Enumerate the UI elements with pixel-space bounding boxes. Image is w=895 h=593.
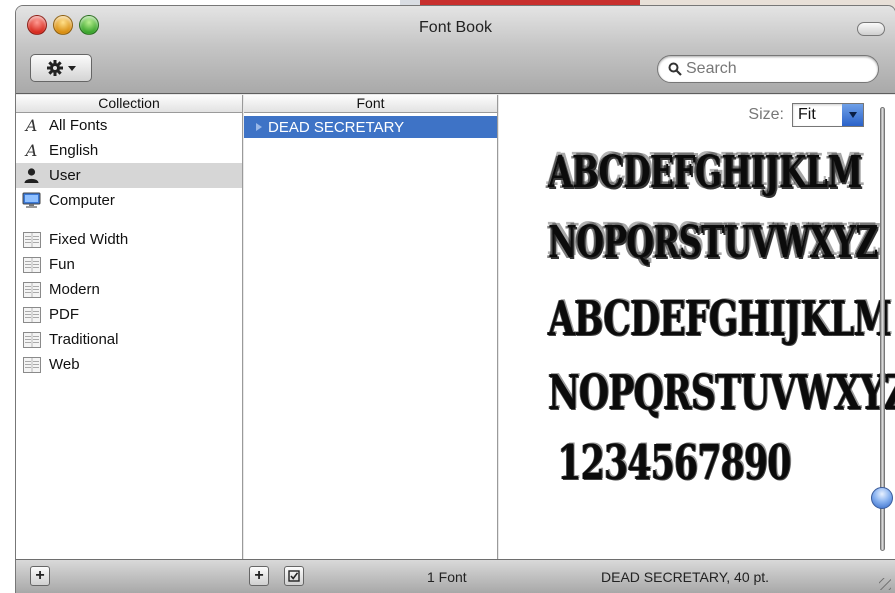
- collection-item-pdf[interactable]: PDF: [16, 302, 242, 327]
- collection-item-label: All Fonts: [49, 117, 108, 134]
- font-count: 1 Font: [427, 569, 467, 585]
- disclosure-triangle-icon[interactable]: [256, 123, 262, 131]
- book-icon: [22, 331, 41, 348]
- collection-item-all-fonts[interactable]: A All Fonts: [16, 113, 242, 138]
- size-select[interactable]: Fit: [792, 103, 864, 127]
- action-menu-button[interactable]: [30, 54, 92, 82]
- sample-line: ABCDEFGHIJKLM: [548, 291, 892, 347]
- collection-item-label: Web: [49, 356, 80, 373]
- selection-status: DEAD SECRETARY, 40 pt.: [601, 569, 770, 585]
- computer-icon: [22, 192, 41, 209]
- book-icon: [22, 356, 41, 373]
- sample-line: 1234567890: [557, 435, 791, 491]
- user-icon: [22, 167, 41, 184]
- collection-item-web[interactable]: Web: [16, 352, 242, 377]
- sample-line: NOPQRSTUVWXYZ: [548, 217, 878, 268]
- collection-item-computer[interactable]: Computer: [16, 188, 242, 213]
- font-a-icon: A: [25, 141, 38, 160]
- chevron-down-icon: [68, 65, 76, 71]
- font-book-window: Font Book Search Collection A All Fonts …: [16, 6, 895, 593]
- preview-pane: Size: Fit ABCDEFGHIJKLM NOPQRSTUVWXYZ AB…: [499, 95, 895, 559]
- collection-item-label: Traditional: [49, 331, 119, 348]
- add-collection-button[interactable]: +: [30, 566, 50, 586]
- font-a-icon: A: [25, 116, 38, 135]
- sample-line: NOPQRSTUVWXYZ: [548, 365, 895, 421]
- search-input[interactable]: [686, 60, 856, 78]
- toolbar-toggle-button[interactable]: [857, 22, 885, 36]
- font-item-label: DEAD SECRETARY: [268, 118, 405, 136]
- collection-item-user[interactable]: User: [16, 163, 242, 188]
- search-field[interactable]: [657, 55, 879, 83]
- font-item-dead-secretary[interactable]: DEAD SECRETARY: [244, 116, 497, 138]
- font-header[interactable]: Font: [244, 95, 497, 113]
- title-bar: Font Book: [16, 6, 895, 94]
- collection-item-label: PDF: [49, 306, 79, 323]
- collection-item-fixed-width[interactable]: Fixed Width: [16, 227, 242, 252]
- book-icon: [22, 281, 41, 298]
- content-panes: Collection A All Fonts A English User Co…: [16, 95, 895, 559]
- collection-pane: Collection A All Fonts A English User Co…: [16, 95, 243, 559]
- size-control: Size: Fit: [748, 103, 864, 127]
- collection-item-label: English: [49, 142, 99, 159]
- book-icon: [22, 256, 41, 273]
- collection-item-traditional[interactable]: Traditional: [16, 327, 242, 352]
- resize-grip[interactable]: [879, 578, 891, 590]
- checkbox-icon: [288, 570, 300, 582]
- gear-icon: [47, 60, 63, 76]
- collection-item-label: Fixed Width: [49, 231, 129, 248]
- add-font-button[interactable]: +: [249, 566, 269, 586]
- collection-item-label: Fun: [49, 256, 75, 273]
- collection-separator: [24, 220, 234, 221]
- size-slider-track[interactable]: [880, 107, 885, 551]
- sample-line: ABCDEFGHIJKLM: [548, 147, 862, 198]
- font-pane: Font DEAD SECRETARY: [244, 95, 498, 559]
- book-icon: [22, 231, 41, 248]
- bottom-bar: + + 1 Font DEAD SECRETARY, 40 pt.: [16, 559, 895, 593]
- window-title: Font Book: [419, 19, 492, 36]
- collection-header[interactable]: Collection: [16, 95, 242, 113]
- book-icon: [22, 306, 41, 323]
- search-icon: [668, 62, 682, 76]
- collection-item-label: Modern: [49, 281, 100, 298]
- size-slider[interactable]: [871, 107, 893, 551]
- collection-item-label: Computer: [49, 192, 115, 209]
- size-label: Size:: [748, 106, 784, 123]
- collection-item-modern[interactable]: Modern: [16, 277, 242, 302]
- enable-font-button[interactable]: [284, 566, 304, 586]
- collection-item-label: User: [49, 167, 81, 184]
- dropdown-arrow-icon: [842, 104, 863, 126]
- collection-item-fun[interactable]: Fun: [16, 252, 242, 277]
- size-value: Fit: [798, 106, 816, 123]
- collection-item-english[interactable]: A English: [16, 138, 242, 163]
- size-slider-knob[interactable]: [871, 486, 893, 509]
